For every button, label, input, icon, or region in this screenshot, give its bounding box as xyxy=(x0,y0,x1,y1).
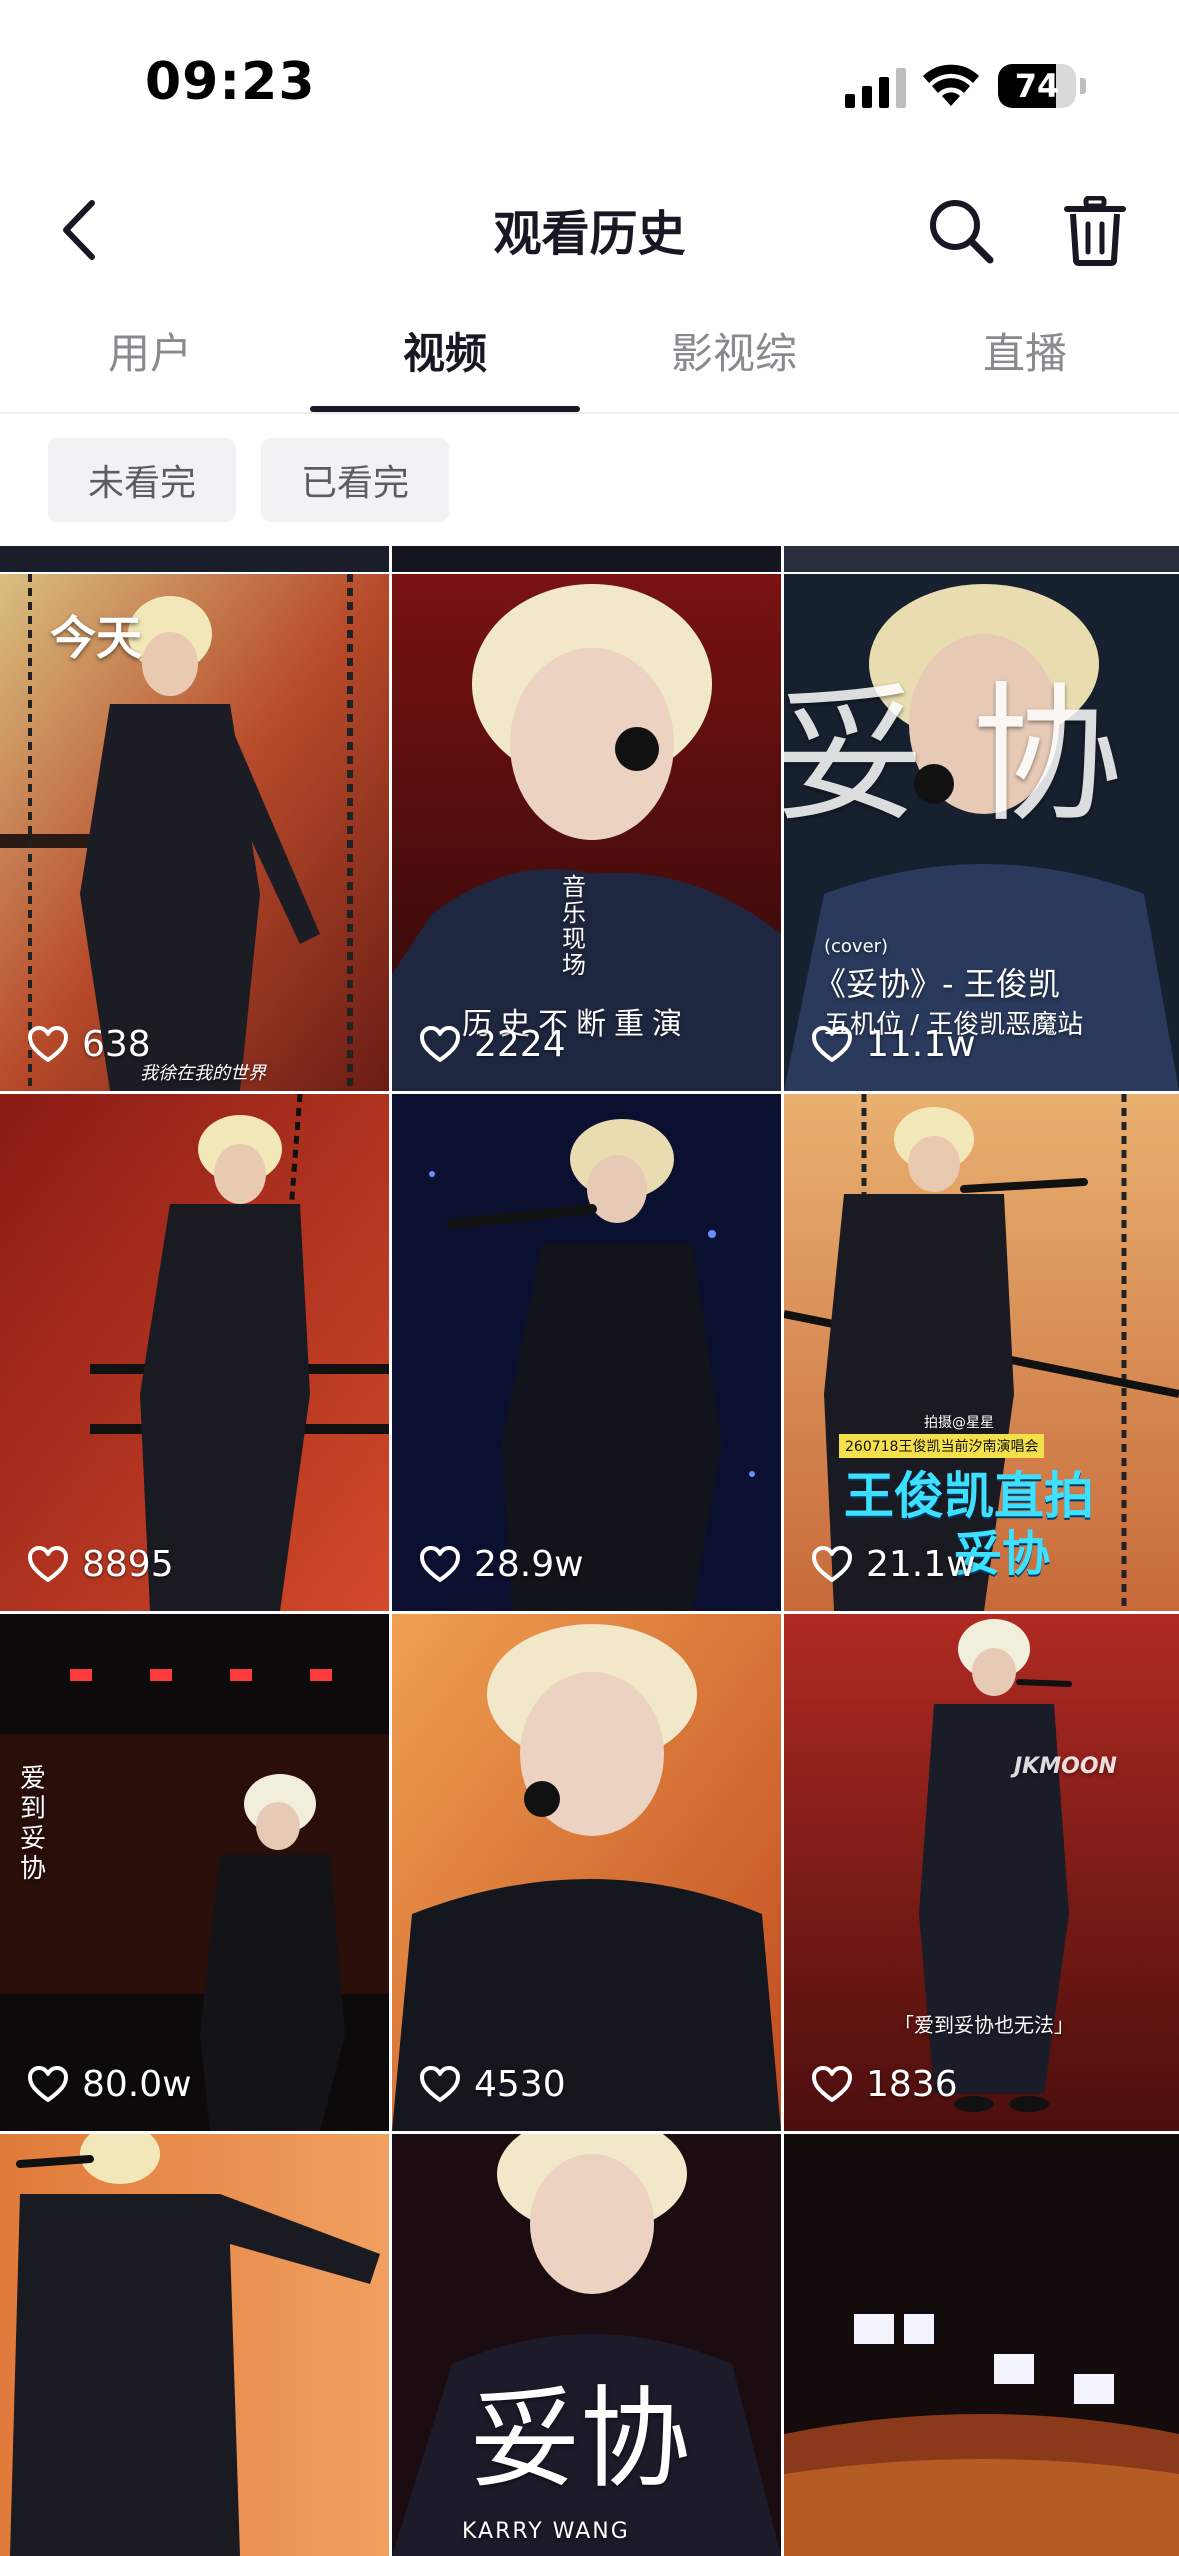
like-count-value: 28.9w xyxy=(474,1544,584,1585)
heart-icon xyxy=(28,1545,68,1582)
video-caption: 「爱到妥协也无法」 xyxy=(894,2013,1074,2037)
active-tab-indicator xyxy=(310,406,580,412)
like-count: 80.0w xyxy=(28,2064,192,2105)
section-date-label: 今天 xyxy=(50,611,142,665)
photographer-credit: 拍摄@星星 xyxy=(924,1415,994,1431)
video-big-title: 妥 协 xyxy=(784,669,1122,843)
filter-bar: 未看完 已看完 xyxy=(0,414,1179,544)
search-button[interactable] xyxy=(920,190,1002,272)
video-grid: 今天 我徐在我的世界 638 音乐现场 历史不断重演 2224 妥 协 (cov… xyxy=(0,546,1179,2556)
video-thumbnail[interactable] xyxy=(0,2134,389,2556)
like-count-value: 21.1w xyxy=(866,1544,976,1585)
like-count: 28.9w xyxy=(420,1544,584,1585)
video-caption: 《妥协》- 王俊凯 xyxy=(814,965,1060,1003)
tab-live[interactable]: 直播 xyxy=(935,320,1115,400)
category-tabs: 用户 视频 影视综 直播 xyxy=(0,300,1179,414)
battery-icon: 74 xyxy=(998,64,1076,108)
like-count: 21.1w xyxy=(812,1544,976,1585)
like-count: 1836 xyxy=(812,2064,958,2105)
concert-photo xyxy=(784,2134,1179,2556)
status-bar: 09:23 74 xyxy=(0,0,1179,170)
video-thumbnail[interactable]: 拍摄@星星 260718王俊凯当前汐南演唱会 王俊凯直拍 妥协 21.1w xyxy=(784,1094,1179,1611)
battery-percent: 74 xyxy=(1014,67,1060,105)
like-count: 638 xyxy=(28,1024,151,1065)
video-thumbnail[interactable]: 今天 我徐在我的世界 638 xyxy=(0,574,389,1091)
like-count: 2224 xyxy=(420,1024,566,1065)
like-count-value: 2224 xyxy=(474,1024,566,1065)
like-count: 11.1w xyxy=(812,1024,976,1065)
like-count-value: 11.1w xyxy=(866,1024,976,1065)
video-side-title: 爱到妥协 xyxy=(20,1764,47,1884)
header: 观看历史 xyxy=(0,170,1179,290)
heart-icon xyxy=(420,1545,460,1582)
concert-photo xyxy=(392,1614,781,2131)
previous-row-edge xyxy=(392,546,781,572)
video-thumbnail[interactable]: 8895 xyxy=(0,1094,389,1611)
video-caption-top: (cover) xyxy=(824,936,889,957)
tab-videos[interactable]: 视频 xyxy=(355,320,535,400)
concert-photo xyxy=(784,1614,1179,2131)
status-time: 09:23 xyxy=(145,52,316,112)
page-title: 观看历史 xyxy=(493,206,686,262)
concert-photo xyxy=(0,2134,389,2556)
video-watermark: JKMOON xyxy=(1014,1754,1117,1779)
battery-cap xyxy=(1080,78,1086,94)
wifi-icon xyxy=(923,64,979,106)
search-icon xyxy=(930,200,994,264)
concert-photo xyxy=(0,1094,389,1611)
video-caption: 我徐在我的世界 xyxy=(140,1063,266,1084)
tab-film-tv[interactable]: 影视综 xyxy=(634,320,834,400)
heart-icon xyxy=(28,2065,68,2102)
like-count-value: 638 xyxy=(82,1024,151,1065)
like-count: 4530 xyxy=(420,2064,566,2105)
filter-finished[interactable]: 已看完 xyxy=(261,438,449,522)
video-caption-secondary: KARRY WANG xyxy=(462,2519,630,2544)
previous-row-edge xyxy=(784,546,1179,572)
video-thumbnail[interactable]: 4530 xyxy=(392,1614,781,2131)
video-thumbnail[interactable]: 28.9w xyxy=(392,1094,781,1611)
video-thumbnail[interactable]: 爱到妥协 80.0w xyxy=(0,1614,389,2131)
video-thumbnail[interactable]: 妥协 KARRY WANG xyxy=(392,2134,781,2556)
like-count-value: 1836 xyxy=(866,2064,958,2105)
video-caption: 妥协 xyxy=(470,2375,690,2503)
like-count-value: 80.0w xyxy=(82,2064,192,2105)
concert-photo xyxy=(392,1094,781,1611)
trash-icon xyxy=(1064,196,1126,266)
heart-icon xyxy=(28,1025,68,1062)
concert-photo xyxy=(0,1614,389,2131)
heart-icon xyxy=(812,2065,852,2102)
heart-icon xyxy=(812,1545,852,1582)
previous-row-edge xyxy=(0,546,389,572)
like-count-value: 4530 xyxy=(474,2064,566,2105)
like-count-value: 8895 xyxy=(82,1544,174,1585)
video-thumbnail[interactable] xyxy=(784,2134,1179,2556)
video-badge: 260718王俊凯当前汐南演唱会 xyxy=(839,1434,1045,1458)
like-count: 8895 xyxy=(28,1544,174,1585)
heart-icon xyxy=(420,1025,460,1062)
tab-users[interactable]: 用户 xyxy=(60,320,240,400)
filter-unfinished[interactable]: 未看完 xyxy=(48,438,236,522)
heart-icon xyxy=(420,2065,460,2102)
cellular-signal-icon xyxy=(845,68,906,108)
heart-icon xyxy=(812,1025,852,1062)
video-thumbnail[interactable]: JKMOON 「爱到妥协也无法」 1836 xyxy=(784,1614,1179,2131)
video-thumbnail[interactable]: 妥 协 (cover) 《妥协》- 王俊凯 五机位 / 王俊凯恶魔站 11.1w xyxy=(784,574,1179,1091)
video-thumbnail[interactable]: 音乐现场 历史不断重演 2224 xyxy=(392,574,781,1091)
clear-history-button[interactable] xyxy=(1055,190,1135,272)
video-stamp: 音乐现场 xyxy=(562,873,586,979)
